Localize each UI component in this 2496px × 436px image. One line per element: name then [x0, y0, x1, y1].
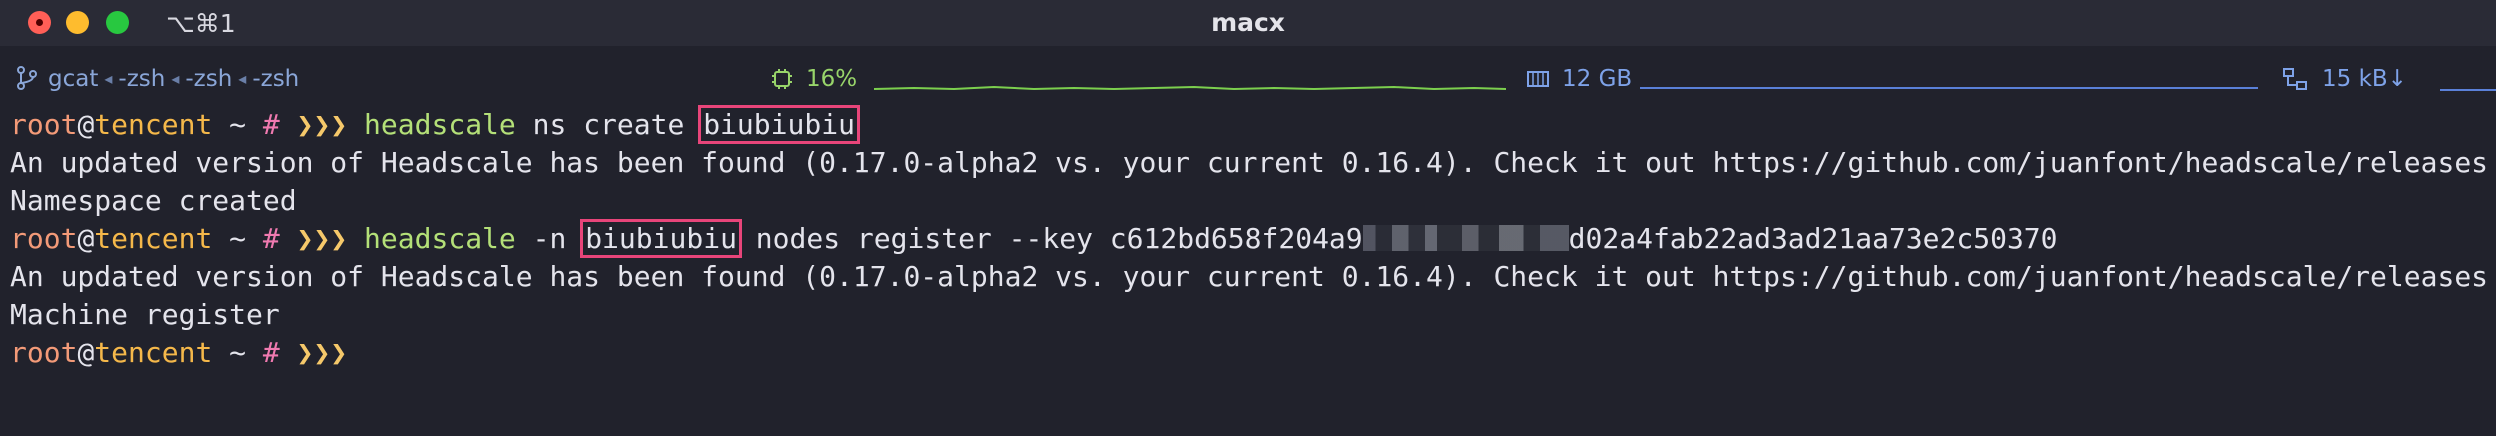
- command-line: root@tencent ~ # ❯❯❯ headscale -n biubiu…: [10, 219, 2490, 258]
- network-icon: [2283, 68, 2307, 90]
- prompt-path: ~: [229, 336, 247, 369]
- command-args: nodes register --key c612bd658f204a9: [738, 222, 1363, 255]
- tab-separator-icon: ◂: [238, 69, 247, 88]
- prompt-host: tencent: [94, 108, 213, 141]
- command-name: headscale: [364, 108, 516, 141]
- prompt-arrows-icon: ❯❯❯: [296, 336, 348, 369]
- cpu-usage: 16%: [806, 66, 858, 92]
- tab-separator-icon: ◂: [171, 69, 180, 88]
- session-tab[interactable]: gcat: [48, 66, 98, 92]
- tab-separator-icon: ◂: [104, 69, 113, 88]
- network-throughput: 15 kB↓: [2322, 66, 2407, 92]
- prompt-host: tencent: [94, 336, 213, 369]
- prompt-at: @: [77, 222, 95, 255]
- output-line: Namespace created: [10, 184, 297, 217]
- prompt-user: root: [10, 108, 78, 141]
- title-bar: ⌥⌘1 macx: [0, 0, 2496, 46]
- memory-icon: [1527, 71, 1549, 87]
- command-line[interactable]: root@tencent ~ # ❯❯❯: [10, 334, 2490, 372]
- command-name: headscale: [364, 222, 516, 255]
- session-tabs: gcat ◂ -zsh ◂ -zsh ◂ -zsh: [48, 66, 299, 92]
- command-args: d02a4fab22ad3ad21aa73e2c50370: [1568, 222, 2058, 255]
- output-line: Machine register: [10, 298, 280, 331]
- prompt-path: ~: [229, 108, 247, 141]
- session-tab[interactable]: -zsh: [252, 66, 299, 92]
- prompt-symbol: #: [262, 222, 280, 255]
- memory-usage-graph: [1640, 87, 2258, 89]
- highlighted-namespace: biubiubiu: [698, 105, 860, 144]
- cpu-usage-graph: [874, 85, 1506, 91]
- command-args: ns create: [515, 108, 702, 141]
- prompt-arrows-icon: ❯❯❯: [296, 222, 348, 255]
- output-line: An updated version of Headscale has been…: [10, 146, 2489, 179]
- git-branch-icon: [17, 66, 37, 90]
- network-graph: [2440, 89, 2496, 91]
- prompt-symbol: #: [262, 108, 280, 141]
- prompt-path: ~: [229, 222, 247, 255]
- prompt-at: @: [77, 336, 95, 369]
- command-args: -n: [515, 222, 584, 255]
- session-tab[interactable]: -zsh: [118, 66, 165, 92]
- prompt-user: root: [10, 222, 78, 255]
- terminal-output[interactable]: root@tencent ~ # ❯❯❯ headscale ns create…: [10, 105, 2490, 372]
- prompt-at: @: [77, 108, 95, 141]
- prompt-host: tencent: [94, 222, 213, 255]
- command-line: root@tencent ~ # ❯❯❯ headscale ns create…: [10, 105, 2490, 144]
- window-title: macx: [1211, 8, 1285, 37]
- terminal-window: ⌥⌘1 macx gcat ◂ -zsh ◂ -zsh ◂ -zsh 16% 12 GB: [0, 0, 2496, 436]
- prompt-arrows-icon: ❯❯❯: [296, 108, 348, 141]
- redacted-key-segment: [1362, 225, 1569, 251]
- highlighted-namespace: biubiubiu: [580, 219, 742, 258]
- session-tab[interactable]: -zsh: [185, 66, 232, 92]
- status-bar: gcat ◂ -zsh ◂ -zsh ◂ -zsh 16% 12 GB 15 kB↓: [0, 58, 2496, 104]
- cpu-icon: [772, 69, 792, 89]
- prompt-symbol: #: [262, 336, 280, 369]
- prompt-user: root: [10, 336, 78, 369]
- memory-usage: 12 GB: [1562, 66, 1633, 92]
- output-line: An updated version of Headscale has been…: [10, 260, 2489, 293]
